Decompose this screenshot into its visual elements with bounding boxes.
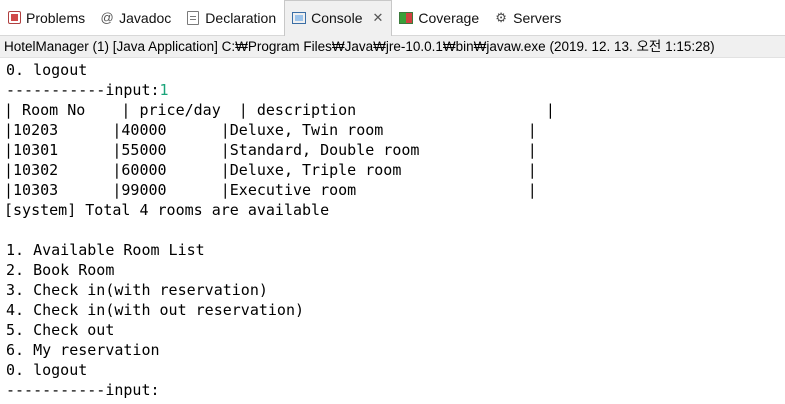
tab-label: Coverage	[418, 9, 480, 26]
console-output[interactable]: 0. logout -----------input:1 | Room No |…	[0, 58, 785, 404]
table-row: |10301 |55000 |Standard, Double room |	[4, 141, 537, 159]
input-prompt-line: -----------input:1	[6, 80, 169, 100]
tab-declaration[interactable]: Declaration	[179, 0, 284, 36]
tab-label: Problems	[26, 9, 86, 26]
tab-problems[interactable]: Problems	[0, 0, 93, 36]
console-icon	[291, 10, 307, 26]
coverage-icon	[398, 10, 414, 26]
menu-item: 6. My reservation	[6, 341, 160, 359]
system-message: [system] Total 4 rooms are available	[4, 201, 330, 219]
menu-item: 1. Available Room List	[6, 241, 205, 259]
declaration-icon	[185, 10, 201, 26]
menu-item: 4. Check in(with out reservation)	[6, 301, 305, 319]
final-input-prompt: -----------input:	[6, 381, 160, 399]
input-prompt: -----------input:	[6, 81, 160, 99]
console-line: 0. logout	[6, 61, 88, 79]
menu-item: 3. Check in(with reservation)	[6, 281, 268, 299]
menu-item: 2. Book Room	[6, 261, 115, 279]
tab-coverage[interactable]: Coverage	[392, 0, 487, 36]
table-row: |10303 |99000 |Executive room |	[4, 181, 537, 199]
table-header: | Room No | price/day | description |	[4, 101, 555, 119]
tab-label: Servers	[513, 9, 562, 26]
tab-label: Javadoc	[119, 9, 172, 26]
problems-icon	[6, 10, 22, 26]
servers-icon: ⚙	[495, 9, 507, 25]
tab-label: Console	[311, 10, 363, 26]
view-tab-bar: Problems @ Javadoc Declaration Console ✕…	[0, 0, 785, 36]
tab-servers[interactable]: ⚙ Servers	[487, 0, 569, 36]
tab-javadoc[interactable]: @ Javadoc	[93, 0, 179, 36]
menu-item: 5. Check out	[6, 321, 115, 339]
tab-label: Declaration	[205, 9, 277, 26]
input-value: 1	[159, 81, 169, 99]
close-icon[interactable]: ✕	[373, 10, 384, 26]
menu-item: 0. logout	[6, 361, 88, 379]
console-title: HotelManager (1) [Java Application] C:₩P…	[0, 36, 785, 58]
table-row: |10302 |60000 |Deluxe, Triple room |	[4, 161, 537, 179]
at-sign-icon: @	[100, 10, 114, 25]
tab-console[interactable]: Console ✕	[284, 0, 393, 36]
table-row: |10203 |40000 |Deluxe, Twin room |	[4, 121, 537, 139]
